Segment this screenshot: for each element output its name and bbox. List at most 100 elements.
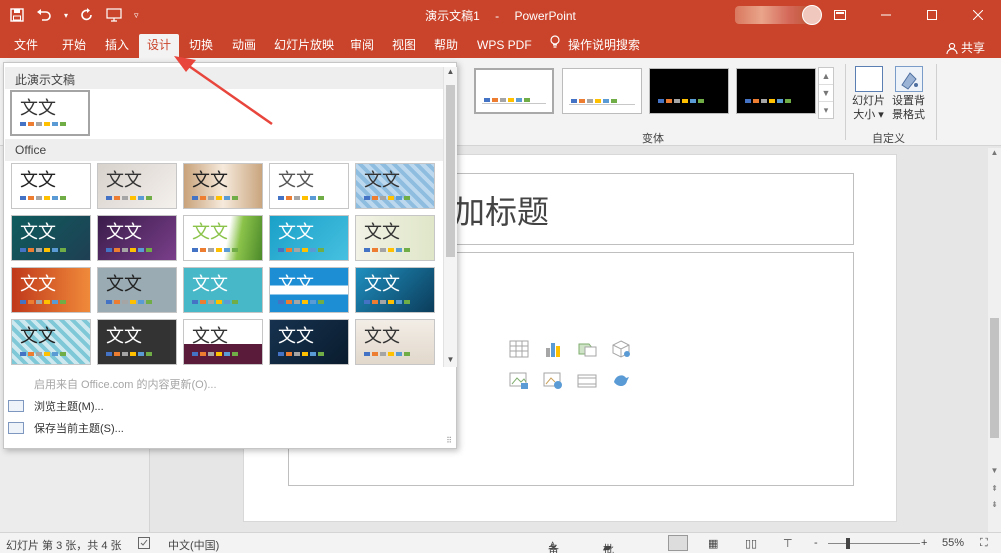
- zoom-in-button[interactable]: +: [921, 537, 927, 549]
- tab-wps-pdf[interactable]: WPS PDF: [469, 34, 540, 58]
- format-background-icon: [894, 66, 923, 92]
- tab-file[interactable]: 文件: [6, 34, 46, 58]
- tab-design[interactable]: 设计: [139, 34, 180, 58]
- previous-slide-icon[interactable]: ⇞: [988, 484, 1001, 496]
- tab-transitions[interactable]: 切换: [181, 34, 221, 58]
- lightbulb-icon: [550, 34, 562, 56]
- share-button[interactable]: 共享: [946, 39, 985, 56]
- office-theme-thumbnail[interactable]: 文文: [269, 319, 349, 365]
- office-theme-thumbnail[interactable]: 文文: [11, 319, 91, 365]
- scrollbar-thumb[interactable]: [446, 85, 455, 257]
- scroll-up-icon[interactable]: ▲: [819, 68, 833, 85]
- insert-picture-icon[interactable]: [508, 370, 530, 392]
- theme-sample-text: 文文: [106, 326, 142, 347]
- theme-current[interactable]: 文文: [10, 90, 90, 136]
- insert-3d-model-icon[interactable]: [610, 338, 632, 360]
- resize-grip-icon[interactable]: ⠿: [446, 436, 452, 445]
- variant-4[interactable]: [736, 68, 816, 114]
- tab-animations[interactable]: 动画: [224, 34, 264, 58]
- variant-3[interactable]: [649, 68, 729, 114]
- tell-me-label: 操作说明搜索: [568, 38, 641, 52]
- scrollbar-thumb[interactable]: [990, 318, 999, 438]
- theme-sample-text: 文文: [106, 274, 142, 295]
- office-theme-thumbnail[interactable]: 文文: [11, 215, 91, 261]
- theme-sample-text: 文文: [192, 274, 228, 295]
- zoom-out-button[interactable]: -: [814, 537, 818, 549]
- minimize-icon[interactable]: [863, 0, 909, 30]
- theme-sample-text: 文文: [364, 326, 400, 347]
- insert-chart-icon[interactable]: [542, 338, 564, 360]
- tell-me-search[interactable]: 操作说明搜索: [542, 34, 648, 58]
- theme-sample-text: 文文: [364, 170, 400, 191]
- window-controls: [817, 0, 1001, 30]
- tab-insert[interactable]: 插入: [97, 34, 137, 58]
- office-theme-thumbnail[interactable]: 文文: [269, 267, 349, 313]
- insert-video-icon[interactable]: [576, 370, 598, 392]
- fit-to-window-icon[interactable]: ⛶: [980, 537, 988, 550]
- tab-view[interactable]: 视图: [384, 34, 424, 58]
- slide-size-button[interactable]: 幻灯片 大小 ▾: [852, 66, 885, 122]
- office-theme-thumbnail[interactable]: 文文: [355, 215, 435, 261]
- scroll-down-icon[interactable]: ▼: [819, 85, 833, 102]
- this-presentation-header: 此演示文稿: [5, 67, 443, 89]
- format-background-button[interactable]: 设置背 景格式: [892, 66, 925, 122]
- slide-sorter-view-icon[interactable]: ▦: [708, 537, 718, 550]
- variant-1[interactable]: [474, 68, 554, 114]
- zoom-slider-thumb[interactable]: [846, 538, 850, 549]
- status-bar: 幻灯片 第 3 张，共 4 张 中文(中国) ≜ 备注 ▰ 批注 ▦ ▯▯ ⊤ …: [0, 532, 1001, 553]
- accessibility-icon[interactable]: [138, 537, 150, 552]
- office-theme-thumbnail[interactable]: 文文: [97, 215, 177, 261]
- scroll-up-icon[interactable]: ▲: [988, 148, 1001, 160]
- variant-2[interactable]: [562, 68, 642, 114]
- next-slide-icon[interactable]: ⇟: [988, 500, 1001, 512]
- office-theme-thumbnail[interactable]: 文文: [183, 163, 263, 209]
- maximize-icon[interactable]: [909, 0, 955, 30]
- scroll-down-icon[interactable]: ▼: [988, 466, 1001, 478]
- office-theme-thumbnail[interactable]: 文文: [11, 163, 91, 209]
- scroll-down-icon[interactable]: ▼: [444, 355, 457, 367]
- office-theme-thumbnail[interactable]: 文文: [11, 267, 91, 313]
- office-theme-thumbnail[interactable]: 文文: [355, 267, 435, 313]
- reading-view-icon[interactable]: ▯▯: [745, 537, 757, 550]
- close-icon[interactable]: [955, 0, 1001, 30]
- insert-table-icon[interactable]: [508, 338, 530, 360]
- theme-sample-text: 文文: [106, 222, 142, 243]
- zoom-level[interactable]: 55%: [942, 537, 964, 549]
- insert-smartart-icon[interactable]: [576, 338, 598, 360]
- document-name: 演示文稿1: [425, 9, 480, 23]
- save-current-theme-item[interactable]: 保存当前主题(S)...: [8, 420, 124, 436]
- office-theme-thumbnail[interactable]: 文文: [355, 319, 435, 365]
- zoom-slider-track[interactable]: [828, 543, 920, 544]
- tab-help[interactable]: 帮助: [426, 34, 466, 58]
- office-theme-thumbnail[interactable]: 文文: [183, 319, 263, 365]
- comments-label: 批注: [603, 544, 614, 553]
- slideshow-view-icon[interactable]: ⊤: [783, 537, 793, 550]
- office-theme-thumbnail[interactable]: 文文: [269, 215, 349, 261]
- office-theme-thumbnail[interactable]: 文文: [269, 163, 349, 209]
- tab-slideshow[interactable]: 幻灯片放映: [266, 34, 342, 58]
- tab-review[interactable]: 审阅: [342, 34, 382, 58]
- office-theme-thumbnail[interactable]: 文文: [355, 163, 435, 209]
- browse-themes-item[interactable]: 浏览主题(M)...: [8, 398, 104, 414]
- person-icon: [946, 41, 961, 55]
- office-theme-thumbnail[interactable]: 文文: [97, 267, 177, 313]
- office-theme-thumbnail[interactable]: 文文: [97, 163, 177, 209]
- office-theme-thumbnail[interactable]: 文文: [183, 267, 263, 313]
- slide-size-label-1: 幻灯片: [852, 95, 885, 107]
- theme-sample-text: 文文: [20, 326, 56, 347]
- more-variants-icon[interactable]: ▾: [819, 102, 833, 119]
- enable-office-updates-item: 启用来自 Office.com 的内容更新(O)...: [34, 379, 217, 391]
- language-indicator[interactable]: 中文(中国): [168, 537, 219, 553]
- scroll-up-icon[interactable]: ▲: [444, 67, 457, 79]
- ribbon-display-options-icon[interactable]: [817, 0, 863, 30]
- gallery-scrollbar[interactable]: ▲ ▼: [443, 67, 457, 367]
- insert-online-picture-icon[interactable]: [542, 370, 564, 392]
- insert-icons-icon[interactable]: [610, 370, 632, 392]
- office-theme-thumbnail[interactable]: 文文: [97, 319, 177, 365]
- office-theme-thumbnail[interactable]: 文文: [183, 215, 263, 261]
- workspace-vertical-scrollbar[interactable]: ▲ ▼ ⇞ ⇟: [988, 148, 1001, 532]
- office-header: Office: [5, 139, 443, 161]
- slide-size-label-2: 大小 ▾: [853, 109, 884, 121]
- normal-view-button[interactable]: [668, 535, 688, 551]
- tab-home[interactable]: 开始: [54, 34, 94, 58]
